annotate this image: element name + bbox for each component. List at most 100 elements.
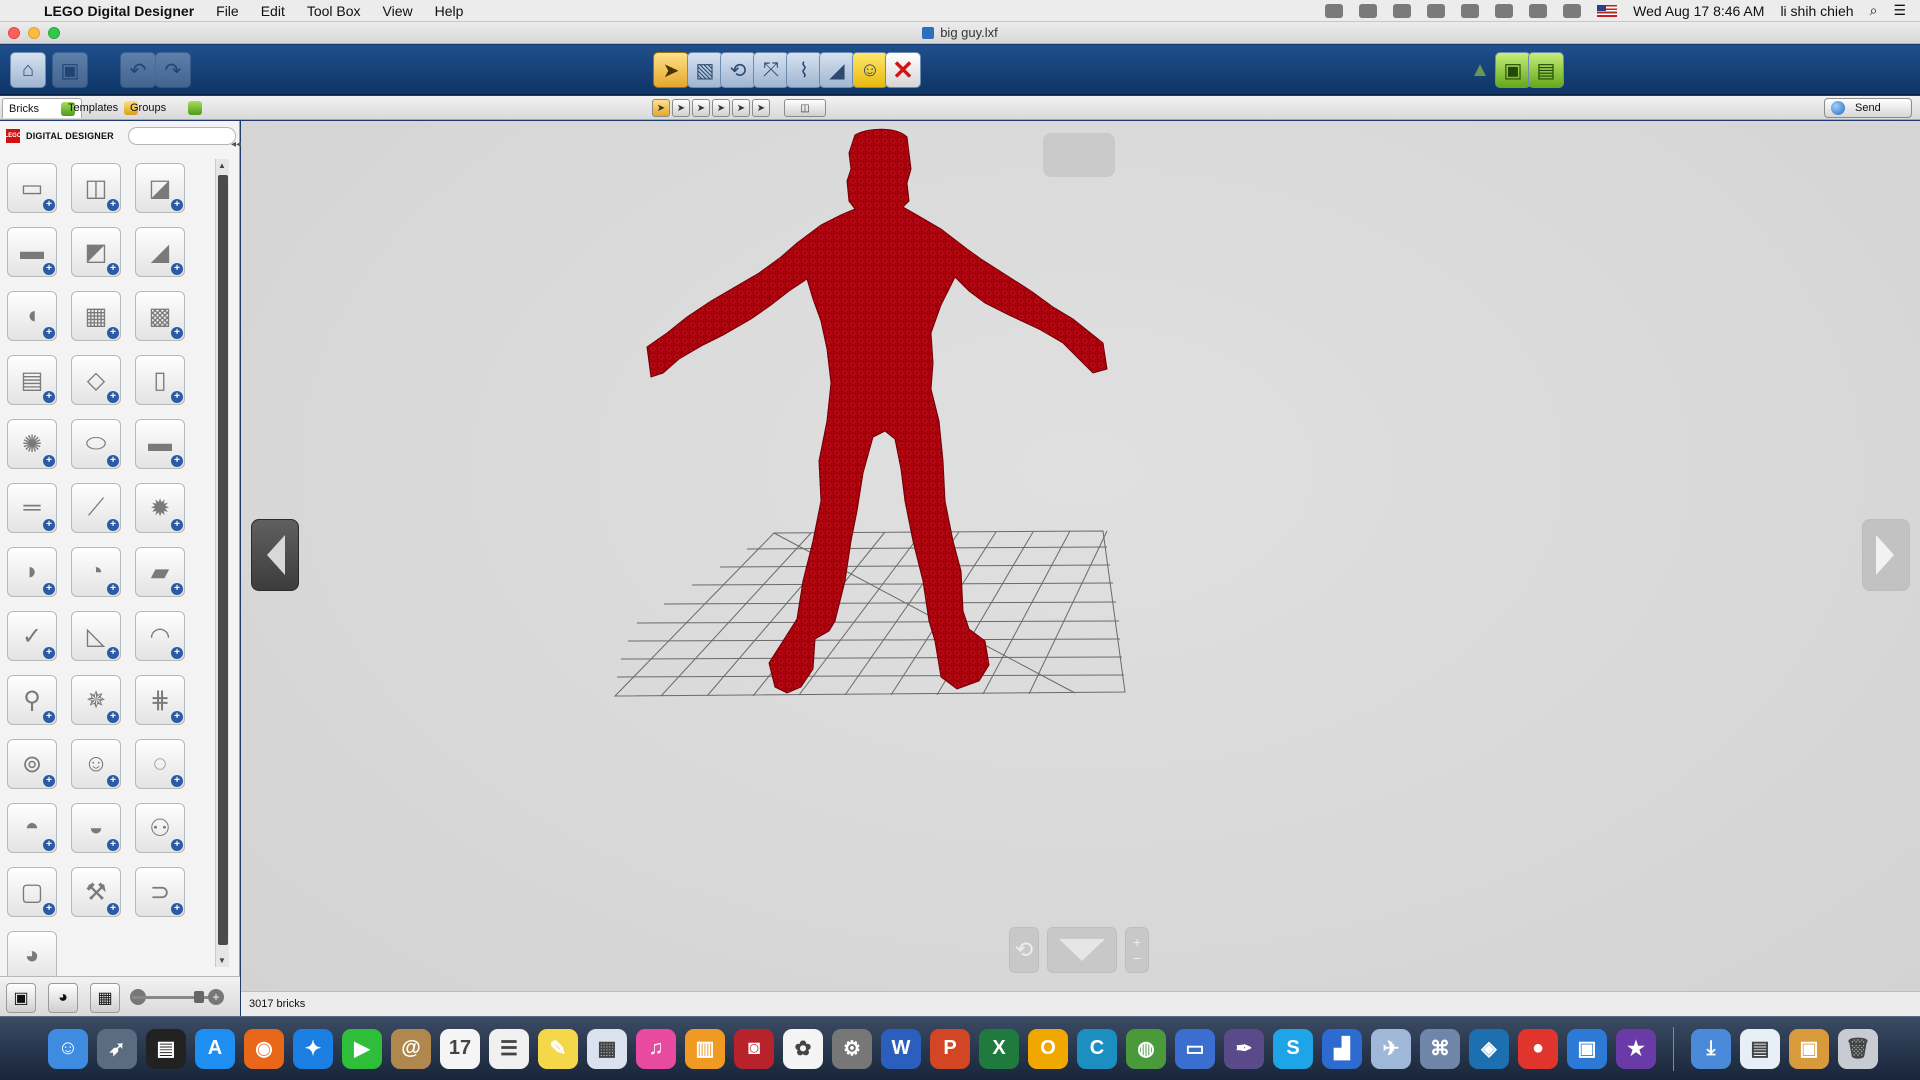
big-guy-model[interactable]: [646, 128, 1108, 694]
dock-app-contacts[interactable]: @: [391, 1028, 431, 1069]
palette-brick-technic-liftarm[interactable]: ═ +: [7, 483, 57, 533]
palette-brick-bar-holder[interactable]: ⚲ +: [7, 675, 57, 725]
sync-status-icon[interactable]: [1359, 3, 1378, 18]
palette-scrollbar[interactable]: ▲ ▼: [215, 159, 229, 967]
time-machine-icon[interactable]: [1427, 3, 1446, 18]
menu-file[interactable]: File: [216, 3, 239, 19]
menu-clock[interactable]: Wed Aug 17 8:46 AM: [1633, 3, 1764, 19]
add-variant-icon[interactable]: +: [171, 327, 183, 339]
connected-select-button[interactable]: ➤: [692, 99, 710, 117]
dock-app-photo-booth[interactable]: ◙: [734, 1028, 774, 1069]
delete-tool-button[interactable]: ✕: [885, 52, 921, 88]
scroll-up-arrow-icon[interactable]: ▲: [218, 161, 226, 170]
add-variant-icon[interactable]: +: [107, 327, 119, 339]
decoration-tool-button[interactable]: ☺: [852, 52, 888, 88]
dock-app-globe-app[interactable]: ◍: [1126, 1028, 1166, 1069]
collapse-palette-icon[interactable]: ◂◂: [231, 139, 241, 150]
add-variant-icon[interactable]: +: [171, 775, 183, 787]
spotlight-search-icon[interactable]: ⌕: [1870, 2, 1878, 19]
wifi-icon[interactable]: [1529, 3, 1548, 18]
add-variant-icon[interactable]: +: [43, 263, 55, 275]
dock-app-package-app[interactable]: ▣: [1789, 1028, 1829, 1069]
window-close-button[interactable]: [8, 27, 20, 39]
palette-brick-plate-modified[interactable]: ◇ +: [71, 355, 121, 405]
palette-brick-plate-technic[interactable]: ▤ +: [7, 355, 57, 405]
redo-button[interactable]: ↷: [155, 52, 191, 88]
model-canvas[interactable]: [241, 121, 1920, 991]
add-variant-icon[interactable]: +: [43, 903, 55, 915]
window-zoom-button[interactable]: [48, 27, 60, 39]
add-variant-icon[interactable]: +: [107, 903, 119, 915]
hinge-align-tool-button[interactable]: ⤧: [753, 52, 789, 88]
bluetooth-icon[interactable]: [1461, 3, 1480, 18]
dock-app-activity-monitor[interactable]: ▤: [146, 1028, 186, 1069]
add-variant-icon[interactable]: +: [171, 711, 183, 723]
add-variant-icon[interactable]: +: [107, 455, 119, 467]
color-palette-button[interactable]: ◕: [48, 983, 78, 1013]
palette-view-button[interactable]: ▣: [6, 983, 36, 1013]
add-variant-icon[interactable]: +: [107, 711, 119, 723]
hinge-tool-button[interactable]: ⟲: [720, 52, 756, 88]
single-select-button[interactable]: ➤: [652, 99, 670, 117]
palette-brick-accessory-bag[interactable]: ▢ +: [7, 867, 57, 917]
dock-app-powerpoint[interactable]: P: [930, 1028, 970, 1069]
add-variant-icon[interactable]: +: [107, 839, 119, 851]
palette-brick-wing-plate[interactable]: ◗ +: [7, 547, 57, 597]
rotate-left-arrow[interactable]: [251, 519, 299, 591]
add-variant-icon[interactable]: +: [43, 519, 55, 531]
palette-brick-brick-2x4[interactable]: ▭ +: [7, 163, 57, 213]
add-variant-icon[interactable]: +: [171, 263, 183, 275]
palette-brick-brick-curved[interactable]: ◖ +: [7, 291, 57, 341]
palette-brick-brick-2x2-round[interactable]: ◫ +: [71, 163, 121, 213]
hide-tool-button[interactable]: ◫: [784, 99, 826, 117]
brick-search-input[interactable]: [127, 127, 236, 145]
dock-app-preview-2[interactable]: ✈: [1371, 1028, 1411, 1069]
dock-app-facetime[interactable]: ▶: [342, 1028, 382, 1069]
flex-tool-button[interactable]: ⌇: [786, 52, 822, 88]
invert-select-button[interactable]: ➤: [752, 99, 770, 117]
tab-groups[interactable]: Groups: [124, 98, 208, 118]
airplay-icon[interactable]: [1393, 3, 1412, 18]
build-mode-button[interactable]: ▲: [1462, 52, 1498, 88]
zoom-out-camera-icon[interactable]: −: [1133, 950, 1141, 966]
palette-brick-plate-2x3[interactable]: ▩ +: [135, 291, 185, 341]
add-variant-icon[interactable]: +: [107, 647, 119, 659]
add-variant-icon[interactable]: +: [107, 775, 119, 787]
palette-brick-steering-wheel[interactable]: ✵ +: [71, 675, 121, 725]
dock-app-design-app[interactable]: ◈: [1469, 1028, 1509, 1069]
3d-viewport[interactable]: ⟲ + −: [241, 121, 1920, 991]
palette-brick-slope-long[interactable]: ◢ +: [135, 227, 185, 277]
palette-brick-track-piece[interactable]: ⋕ +: [135, 675, 185, 725]
add-variant-icon[interactable]: +: [171, 199, 183, 211]
dock-app-skype[interactable]: S: [1273, 1028, 1313, 1069]
shape-select-button[interactable]: ➤: [732, 99, 750, 117]
menu-help[interactable]: Help: [435, 3, 464, 19]
dock-app-system-preferences[interactable]: ⚙: [832, 1028, 872, 1069]
add-variant-icon[interactable]: +: [43, 199, 55, 211]
reset-camera-button[interactable]: ⟲: [1009, 927, 1039, 973]
add-variant-icon[interactable]: +: [171, 519, 183, 531]
home-button[interactable]: ⌂: [10, 52, 46, 88]
dock-app-documents-stack[interactable]: ▤: [1740, 1028, 1780, 1069]
add-variant-icon[interactable]: +: [43, 647, 55, 659]
add-variant-icon[interactable]: +: [107, 583, 119, 595]
dock-app-reminders[interactable]: ☰: [489, 1028, 529, 1069]
palette-brick-brick-slope-corner[interactable]: ◪ +: [135, 163, 185, 213]
printer-status-icon[interactable]: [1325, 3, 1344, 18]
building-guide-button[interactable]: ▤: [1528, 52, 1564, 88]
dock-app-pen-tool[interactable]: ✒: [1224, 1028, 1264, 1069]
add-variant-icon[interactable]: +: [43, 711, 55, 723]
dock-app-trash[interactable]: 🗑: [1838, 1028, 1878, 1069]
add-variant-icon[interactable]: +: [107, 391, 119, 403]
dock-app-outlook[interactable]: O: [1028, 1028, 1068, 1069]
dock-app-excel[interactable]: X: [979, 1028, 1019, 1069]
palette-brick-technic-connector[interactable]: ✓ +: [7, 611, 57, 661]
zoom-controls[interactable]: + −: [1125, 927, 1149, 973]
dock-app-chart-app[interactable]: ▟: [1322, 1028, 1362, 1069]
clone-tool-button[interactable]: ▧: [687, 52, 723, 88]
dock-app-notes[interactable]: ✎: [538, 1028, 578, 1069]
palette-brick-technic-axle[interactable]: ⟋ +: [71, 483, 121, 533]
palette-brick-clip-piece[interactable]: ⊃ +: [135, 867, 185, 917]
dock-app-ibooks[interactable]: ▥: [685, 1028, 725, 1069]
zoom-in-camera-icon[interactable]: +: [1133, 934, 1141, 950]
